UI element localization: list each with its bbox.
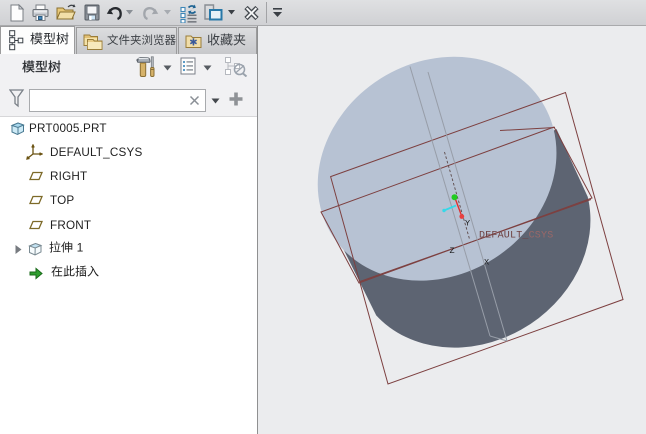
svg-text:DEFAULT_CSYS: DEFAULT_CSYS	[479, 231, 553, 242]
svg-text:Y: Y	[465, 219, 470, 229]
svg-text:1: 1	[77, 241, 83, 255]
svg-text:X: X	[484, 258, 489, 268]
svg-text:Z: Z	[450, 246, 455, 256]
svg-text:✱: ✱	[189, 37, 197, 48]
